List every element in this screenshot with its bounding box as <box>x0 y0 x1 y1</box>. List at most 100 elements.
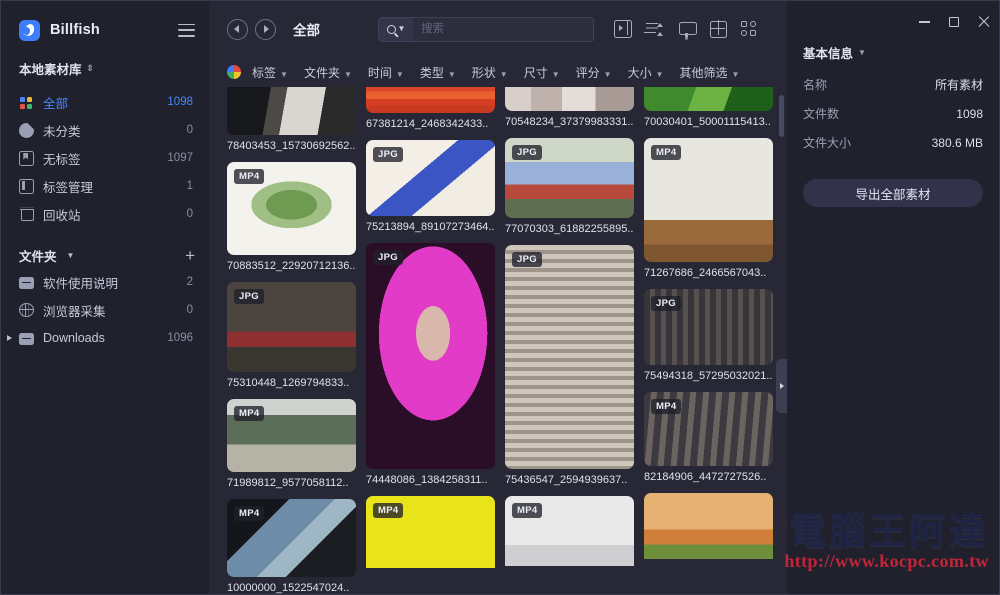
close-button[interactable] <box>969 1 999 43</box>
back-button[interactable] <box>227 18 248 40</box>
filter-5[interactable]: 形状 ▼ <box>472 64 508 81</box>
asset-card[interactable]: MP4 71989812_9577058112.. <box>227 399 356 489</box>
filter-8[interactable]: 大小 ▼ <box>628 64 664 81</box>
library-header[interactable]: 本地素材库 ⇳ <box>1 59 209 78</box>
filter-7[interactable]: 评分 ▼ <box>576 64 612 81</box>
asset-card[interactable]: JPG 75436547_2594939637.. <box>505 245 634 486</box>
sidebar-folder-1[interactable]: 软件使用说明 2 <box>1 268 209 296</box>
asset-card[interactable]: MP4 <box>505 496 634 566</box>
asset-card[interactable]: JPG 77070303_61882255895.. <box>505 138 634 235</box>
asset-filename: 70883512_22920712136.. <box>227 260 356 272</box>
asset-thumbnail[interactable]: JPG <box>644 289 773 365</box>
forward-button[interactable] <box>255 18 276 40</box>
asset-card[interactable]: JPG 75494318_57295032021.. <box>644 289 773 382</box>
asset-card[interactable]: MP4 71267686_2466567043.. <box>644 138 773 279</box>
asset-card[interactable] <box>644 493 773 559</box>
asset-card[interactable]: 67381214_2468342433.. <box>366 87 495 130</box>
filter-label: 尺寸 <box>523 65 548 80</box>
search-input[interactable] <box>413 17 593 41</box>
inspector-key: 文件大小 <box>803 136 852 150</box>
file-type-badge: MP4 <box>234 406 265 421</box>
sort-icon[interactable] <box>646 20 664 38</box>
asset-thumbnail[interactable]: MP4 <box>227 499 356 577</box>
asset-thumbnail[interactable]: MP4 <box>227 399 356 472</box>
add-folder-button[interactable]: + <box>185 247 195 264</box>
tag-icon <box>19 150 34 166</box>
breadcrumb: 全部 <box>293 23 320 38</box>
sidebar-folder-2[interactable]: 浏览器采集 0 <box>1 296 209 324</box>
sidebar-folder-3[interactable]: Downloads 1096 <box>1 324 209 352</box>
brand-row: Billfish <box>1 15 209 45</box>
toggle-panel-icon[interactable] <box>614 19 632 38</box>
asset-card[interactable]: MP4 10000000_1522547024.. <box>227 499 356 594</box>
inspector-value: 1098 <box>956 107 983 121</box>
sidebar-item-label: 未分类 <box>43 124 81 139</box>
asset-card[interactable]: JPG 74448086_1384258311.. <box>366 243 495 486</box>
view-mode-icon[interactable] <box>741 20 759 38</box>
filter-items: 标签 ▼ 文件夹 ▼ 时间 ▼ 类型 ▼ 形状 ▼ 尺寸 ▼ 评分 ▼ 大小 ▼ 其他筛选 ▼ <box>252 64 755 81</box>
asset-card[interactable]: MP4 <box>366 496 495 568</box>
chevron-down-icon: ▼ <box>499 69 508 79</box>
filter-1[interactable]: 标签 ▼ <box>252 64 288 81</box>
asset-thumbnail[interactable]: JPG <box>366 140 495 216</box>
sidebar-item-5[interactable]: 回收站 0 <box>1 200 209 228</box>
filter-4[interactable]: 类型 ▼ <box>420 64 456 81</box>
pie-icon <box>19 122 34 138</box>
maximize-button[interactable] <box>939 1 969 43</box>
inspector-title[interactable]: 基本信息 ▼ <box>803 43 983 62</box>
asset-filename: 70548234_37379983331.. <box>505 116 634 128</box>
search-bar[interactable]: ▼ <box>378 16 594 42</box>
asset-card[interactable]: 70548234_37379983331.. <box>505 87 634 128</box>
filter-label: 大小 <box>627 65 652 80</box>
asset-card[interactable]: MP4 70883512_22920712136.. <box>227 162 356 272</box>
filter-2[interactable]: 文件夹 ▼ <box>304 64 352 81</box>
asset-thumbnail[interactable]: JPG <box>505 245 634 469</box>
color-filter-icon[interactable] <box>227 65 241 79</box>
asset-thumbnail[interactable] <box>644 493 773 559</box>
asset-thumbnail[interactable] <box>227 87 356 135</box>
inspector-title-label: 基本信息 <box>803 47 854 61</box>
asset-thumbnail[interactable]: JPG <box>366 243 495 469</box>
menu-hamburger-icon[interactable] <box>178 23 195 37</box>
chevron-down-icon[interactable]: ▼ <box>67 251 75 260</box>
asset-thumbnail[interactable]: MP4 <box>505 496 634 566</box>
expand-arrow-icon[interactable] <box>7 335 12 341</box>
sidebar-item-label: 全部 <box>43 96 69 111</box>
asset-thumbnail[interactable]: MP4 <box>366 496 495 568</box>
inspector-key: 名称 <box>803 78 828 92</box>
monitor-icon[interactable] <box>678 20 697 38</box>
toolbar: 全部 ▼ <box>209 1 787 57</box>
vertical-scrollbar[interactable] <box>779 95 784 137</box>
sidebar-folder-count: 2 <box>186 276 193 288</box>
grid-layout-icon[interactable] <box>709 20 727 38</box>
sidebar-item-2[interactable]: 未分类 0 <box>1 116 209 144</box>
filter-3[interactable]: 时间 ▼ <box>368 64 404 81</box>
asset-card[interactable]: JPG 75213894_89107273464.. <box>366 140 495 233</box>
asset-thumbnail[interactable]: JPG <box>227 282 356 372</box>
sidebar-item-count: 0 <box>186 208 193 220</box>
asset-card[interactable]: 78403453_15730692562.. <box>227 87 356 152</box>
asset-card[interactable]: 70030401_50001115413.. <box>644 87 773 128</box>
asset-thumbnail[interactable]: MP4 <box>227 162 356 255</box>
sidebar-item-1[interactable]: 全部 1098 <box>1 88 209 116</box>
export-all-button[interactable]: 导出全部素材 <box>803 179 983 207</box>
filter-9[interactable]: 其他筛选 ▼ <box>680 64 740 81</box>
asset-thumbnail[interactable] <box>366 87 495 113</box>
file-type-badge: MP4 <box>651 399 682 414</box>
panel-collapse-handle[interactable] <box>776 359 787 413</box>
asset-thumbnail[interactable]: JPG <box>505 138 634 218</box>
sidebar-item-4[interactable]: 标签管理 1 <box>1 172 209 200</box>
asset-card[interactable]: JPG 75310448_1269794833.. <box>227 282 356 389</box>
asset-thumbnail[interactable]: MP4 <box>644 392 773 466</box>
chevron-down-icon: ▼ <box>397 24 406 33</box>
search-scope-dropdown[interactable]: ▼ <box>379 17 413 41</box>
asset-card[interactable]: MP4 82184906_4472727526.. <box>644 392 773 483</box>
asset-thumbnail[interactable]: MP4 <box>644 138 773 262</box>
filter-6[interactable]: 尺寸 ▼ <box>524 64 560 81</box>
sidebar-item-3[interactable]: 无标签 1097 <box>1 144 209 172</box>
asset-thumbnail[interactable] <box>644 87 773 111</box>
chevron-down-icon: ▼ <box>343 69 352 79</box>
minimize-button[interactable] <box>909 1 939 43</box>
asset-grid-area: 78403453_15730692562.. MP4 70883512_229207… <box>209 87 787 594</box>
asset-thumbnail[interactable] <box>505 87 634 111</box>
